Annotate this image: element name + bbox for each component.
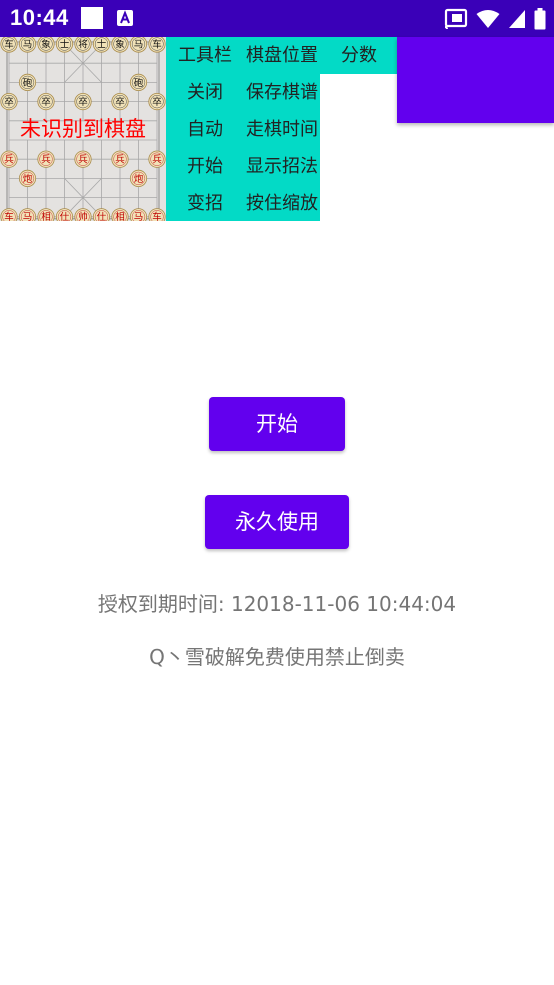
a-notification-icon — [117, 10, 133, 26]
start-button[interactable]: 开始 — [209, 397, 345, 451]
chess-piece-label: 相 — [115, 211, 125, 221]
menu-score[interactable]: 分数 — [330, 37, 388, 74]
chess-piece-label: 炮 — [23, 173, 33, 185]
menu-close[interactable]: 关闭 — [172, 74, 238, 111]
chess-piece-label: 仕 — [60, 211, 70, 221]
chess-piece-label: 帅 — [78, 211, 88, 221]
chess-piece-label: 车 — [152, 38, 162, 50]
menu-variation[interactable]: 变招 — [172, 185, 238, 222]
chess-piece-label: 象 — [115, 38, 125, 50]
chess-piece-label: 砲 — [134, 77, 144, 89]
chess-piece-label: 马 — [23, 212, 33, 221]
battery-icon — [534, 8, 546, 30]
forever-use-button[interactable]: 永久使用 — [205, 495, 349, 549]
status-bar: 10:44 — [0, 0, 554, 37]
chess-piece-label: 卒 — [152, 96, 162, 108]
chess-piece-label: 卒 — [4, 96, 14, 108]
status-time: 10:44 — [10, 5, 69, 30]
white-square-icon — [81, 7, 103, 29]
chess-piece-label: 卒 — [78, 96, 88, 108]
chess-piece-label: 车 — [152, 211, 162, 221]
menu-start[interactable]: 开始 — [172, 148, 238, 185]
menu-board-position[interactable]: 棋盘位置 — [240, 37, 324, 74]
signal-icon — [509, 10, 525, 28]
chess-piece-label: 兵 — [4, 154, 14, 166]
chess-piece-label: 砲 — [23, 77, 33, 89]
chess-piece-label: 车 — [4, 211, 14, 221]
wifi-icon — [476, 10, 500, 28]
chess-piece-label: 仕 — [97, 211, 107, 221]
score-panel — [397, 37, 554, 123]
chess-piece-label: 马 — [134, 39, 144, 50]
chess-piece-label: 卒 — [41, 96, 51, 108]
license-expire-text: 授权到期时间: 12018-11-06 10:44:04 — [97, 592, 457, 616]
crack-notice-text: Q丶雪破解免费使用禁止倒卖 — [149, 645, 405, 669]
chess-piece-label: 士 — [60, 38, 70, 50]
chess-piece-label: 兵 — [152, 154, 162, 166]
chess-piece-label: 兵 — [115, 154, 125, 166]
chess-piece-label: 马 — [134, 212, 144, 221]
chess-piece-label: 马 — [23, 39, 33, 50]
menu-toolbar[interactable]: 工具栏 — [172, 37, 238, 74]
chess-piece-label: 象 — [41, 38, 51, 50]
chess-piece-label: 兵 — [41, 154, 51, 166]
chess-piece-label: 卒 — [115, 96, 125, 108]
status-icons — [444, 6, 546, 32]
chess-piece-label: 将 — [78, 39, 88, 50]
chess-piece-label: 炮 — [134, 173, 144, 185]
menu-auto[interactable]: 自动 — [172, 111, 238, 148]
chess-piece-label: 兵 — [78, 154, 88, 166]
chess-board-thumbnail[interactable]: 车马象士将士象马车砲砲卒卒卒卒卒兵兵兵兵兵炮炮车马相仕帅仕相马车 未识别到棋盘 — [0, 37, 166, 221]
menu-show-moves[interactable]: 显示招法 — [240, 148, 324, 185]
board-not-recognized-label: 未识别到棋盘 — [20, 117, 146, 141]
chess-piece-label: 相 — [41, 211, 51, 221]
chess-piece-label: 士 — [97, 38, 107, 50]
chess-piece-label: 车 — [4, 38, 14, 50]
menu-save-record[interactable]: 保存棋谱 — [240, 74, 324, 111]
menu-hold-zoom[interactable]: 按住缩放 — [240, 185, 324, 222]
menu-move-time[interactable]: 走棋时间 — [240, 111, 324, 148]
cast-icon — [444, 8, 468, 30]
